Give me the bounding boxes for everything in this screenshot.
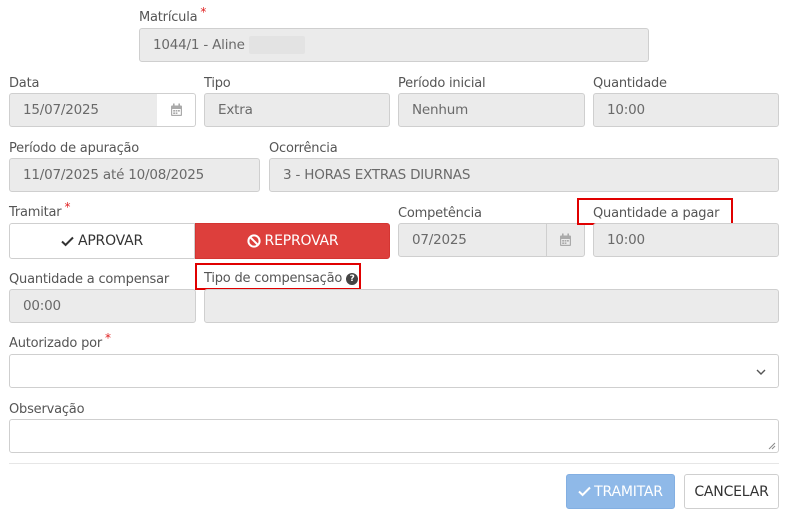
calendar-icon <box>560 233 571 246</box>
periodo-apuracao-value: 11/07/2025 até 10/08/2025 <box>23 167 205 183</box>
periodo-apuracao-field[interactable]: 11/07/2025 até 10/08/2025 <box>9 158 260 192</box>
check-icon <box>61 236 74 246</box>
competencia-field[interactable]: 07/2025 <box>398 223 547 257</box>
tramitar-label: Tramitar * <box>9 200 71 220</box>
required-marker: * <box>64 200 71 214</box>
observacao-label: Observação <box>9 402 85 417</box>
periodo-inicial-field[interactable]: Nenhum <box>398 93 585 127</box>
ocorrencia-value: 3 - HORAS EXTRAS DIURNAS <box>283 167 471 183</box>
quantidade-pagar-value: 10:00 <box>607 232 645 248</box>
competencia-label: Competência <box>398 206 482 221</box>
tramitar-button-label: TRAMITAR <box>594 483 663 500</box>
tipo-compensacao-field[interactable] <box>204 289 779 323</box>
footer-divider <box>9 463 779 464</box>
periodo-apuracao-label: Período de apuração <box>9 141 140 156</box>
autorizado-por-select[interactable] <box>9 354 779 388</box>
tramitar-button[interactable]: TRAMITAR <box>566 474 675 509</box>
cancelar-button[interactable]: CANCELAR <box>684 474 779 509</box>
quantidade-pagar-field[interactable]: 10:00 <box>593 223 779 257</box>
quantidade-label: Quantidade <box>593 76 667 91</box>
ocorrencia-label: Ocorrência <box>269 141 338 156</box>
periodo-inicial-value: Nenhum <box>412 102 469 118</box>
calendar-icon <box>170 103 182 116</box>
highlight-box-quantidade-pagar <box>577 198 733 225</box>
aprovar-button[interactable]: APROVAR <box>9 223 195 259</box>
ocorrencia-field[interactable]: 3 - HORAS EXTRAS DIURNAS <box>269 158 779 192</box>
chevron-down-icon <box>756 369 766 375</box>
data-value: 15/07/2025 <box>23 102 99 118</box>
matricula-field[interactable]: 1044/1 - Aline <box>139 28 649 62</box>
ban-icon <box>246 234 261 248</box>
quantidade-compensar-label: Quantidade a compensar <box>9 272 170 287</box>
check-icon <box>578 486 591 497</box>
resize-grip-icon[interactable] <box>768 442 776 450</box>
data-calendar-button[interactable] <box>157 93 196 127</box>
cancelar-button-label: CANCELAR <box>694 483 769 500</box>
tipo-label: Tipo <box>204 76 231 91</box>
quantidade-compensar-value: 00:00 <box>23 298 61 314</box>
autorizado-por-label: Autorizado por * <box>9 331 111 351</box>
matricula-value: 1044/1 - Aline <box>153 37 245 53</box>
competencia-value: 07/2025 <box>412 232 467 248</box>
competencia-calendar-button[interactable] <box>546 223 585 257</box>
quantidade-value: 10:00 <box>607 102 645 118</box>
highlight-box-tipo-compensacao <box>195 263 361 290</box>
reprovar-label: REPROVAR <box>264 233 339 249</box>
redacted-name <box>248 36 305 54</box>
matricula-label: Matrícula * <box>139 5 207 25</box>
reprovar-button[interactable]: REPROVAR <box>195 223 390 259</box>
aprovar-label: APROVAR <box>77 233 144 249</box>
quantidade-field[interactable]: 10:00 <box>593 93 779 127</box>
data-label: Data <box>9 76 40 91</box>
tipo-field[interactable]: Extra <box>204 93 390 127</box>
required-marker: * <box>200 5 207 19</box>
required-marker: * <box>105 331 111 345</box>
observacao-textarea[interactable] <box>9 419 779 453</box>
data-field[interactable]: 15/07/2025 <box>9 93 158 127</box>
periodo-inicial-label: Período inicial <box>398 76 486 91</box>
quantidade-compensar-field[interactable]: 00:00 <box>9 289 196 323</box>
tipo-value: Extra <box>218 102 253 118</box>
